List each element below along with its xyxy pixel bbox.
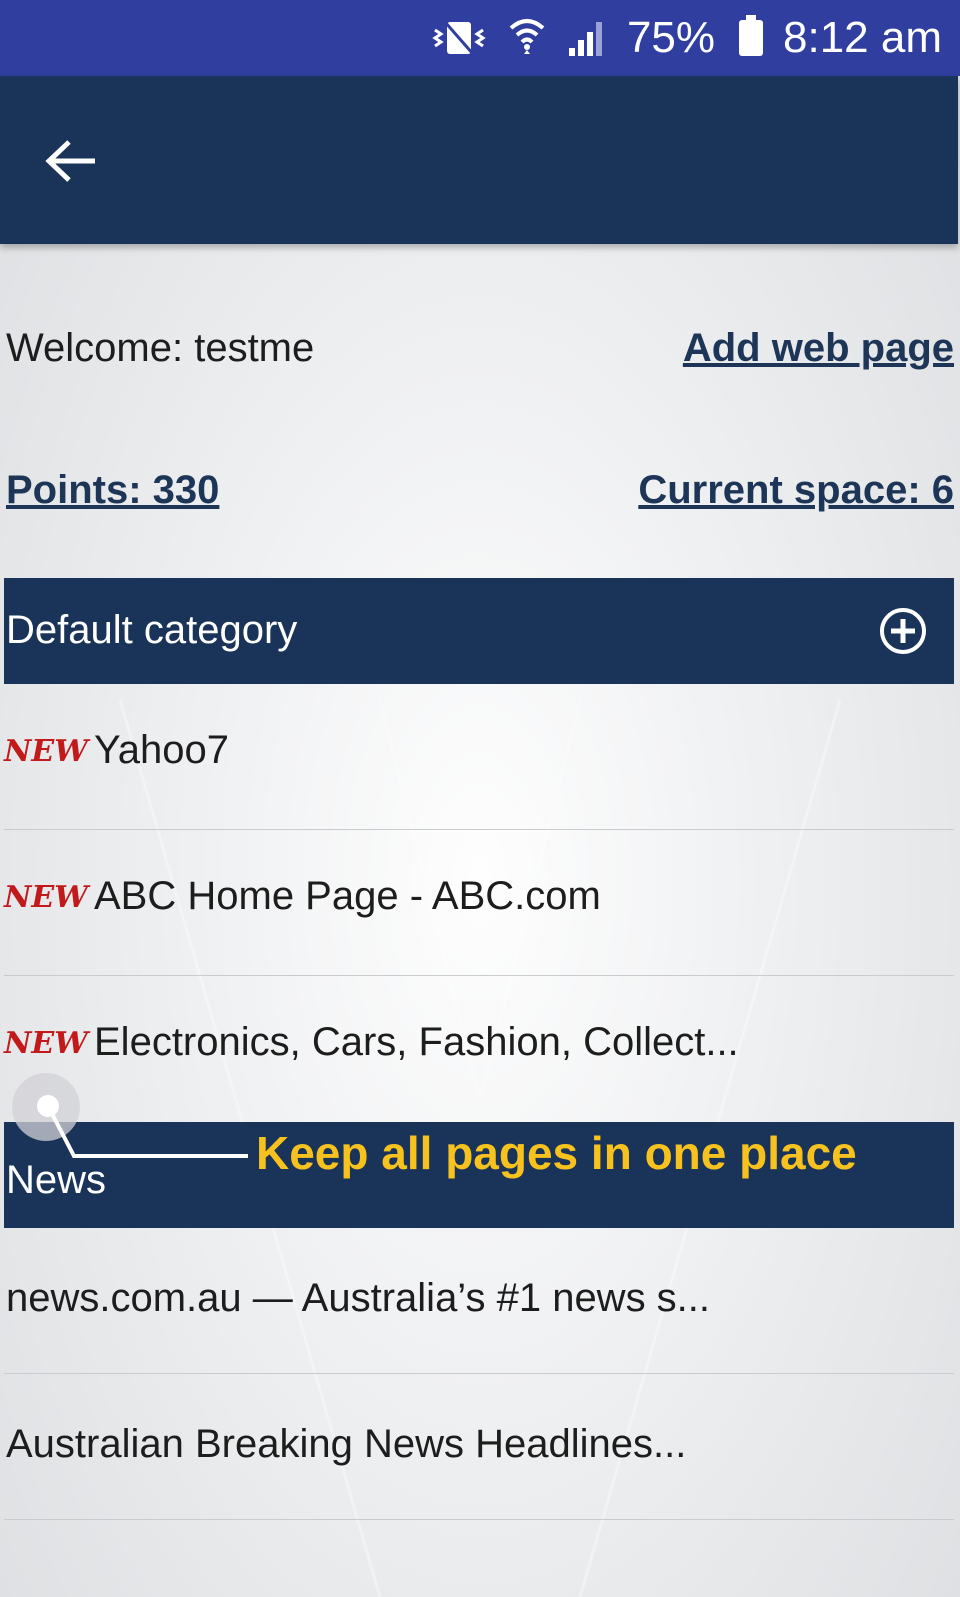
category-name: Default category <box>6 608 298 652</box>
new-badge: NEW <box>4 734 88 769</box>
new-badge: NEW <box>4 1026 88 1061</box>
vibrate-icon <box>431 18 487 58</box>
battery-percent: 75% <box>626 13 716 62</box>
list-item[interactable]: NEW Electronics, Cars, Fashion, Collect.… <box>4 976 954 1122</box>
category-header-default[interactable]: Default category <box>4 578 954 684</box>
page-title: ABC Home Page - ABC.com <box>94 874 601 918</box>
new-badge: NEW <box>4 880 88 915</box>
page-title: Australian Breaking News Headlines... <box>6 1422 687 1466</box>
list-item[interactable]: news.com.au — Australia’s #1 news s... <box>4 1228 954 1374</box>
clock: 8:12 am <box>783 13 942 62</box>
back-button[interactable] <box>32 126 112 196</box>
add-to-category-button[interactable] <box>878 606 928 656</box>
welcome-text: Welcome: testme <box>6 326 315 370</box>
signal-icon <box>567 18 607 58</box>
arrow-left-icon <box>45 140 95 182</box>
list-item[interactable]: Australian Breaking News Headlines... <box>4 1374 954 1520</box>
add-web-page-link[interactable]: Add web page <box>683 326 954 371</box>
wifi-icon <box>507 16 547 60</box>
tooltip-pointer <box>37 1095 59 1117</box>
plus-circle-icon <box>880 608 926 654</box>
app-bar <box>0 76 958 244</box>
category-name: News <box>6 1158 107 1202</box>
status-bar: 75% 8:12 am <box>0 0 960 76</box>
page-title: news.com.au — Australia’s #1 news s... <box>6 1276 711 1320</box>
page-title: Electronics, Cars, Fashion, Collect... <box>94 1020 739 1064</box>
current-space-link[interactable]: Current space: 6 <box>638 468 954 513</box>
battery-icon <box>739 15 764 56</box>
list-item[interactable]: NEW ABC Home Page - ABC.com <box>4 830 954 976</box>
list-item[interactable]: NEW Yahoo7 <box>4 684 954 830</box>
page-title: Yahoo7 <box>94 728 229 772</box>
tooltip-text: Keep all pages in one place <box>256 1127 857 1179</box>
points-link[interactable]: Points: 330 <box>6 468 219 513</box>
